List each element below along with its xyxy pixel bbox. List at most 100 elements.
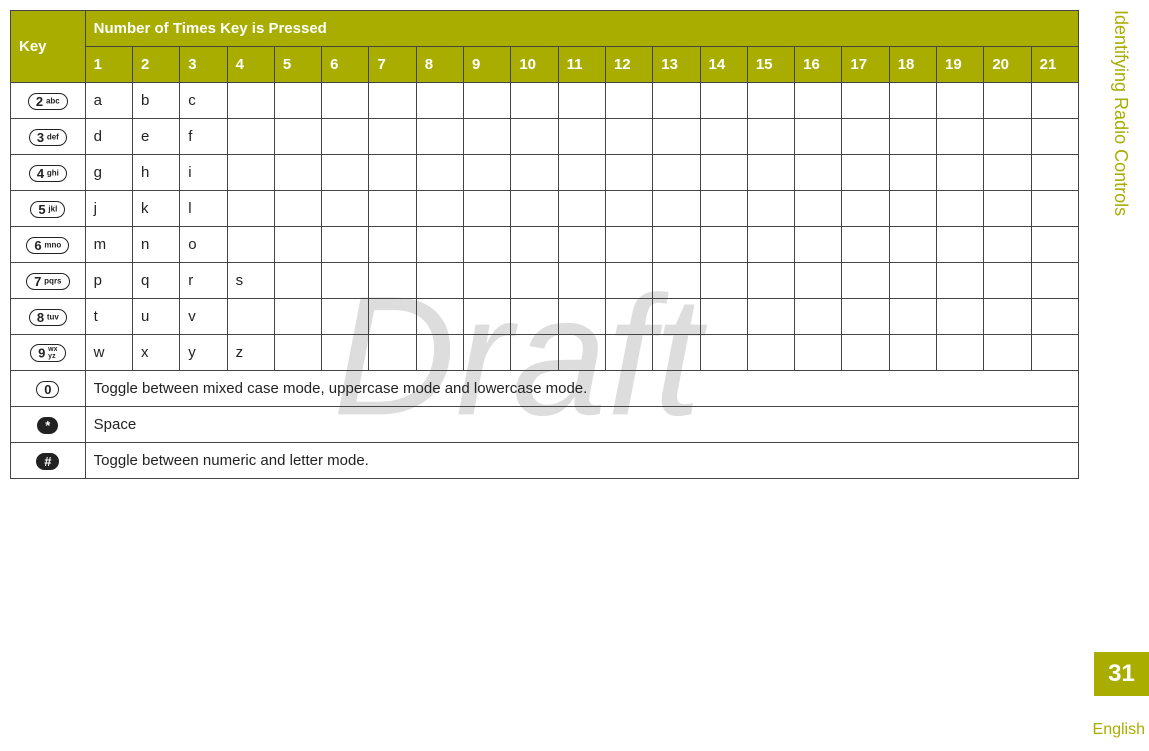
letter-cell: [842, 119, 889, 155]
letter-cell: [274, 335, 321, 371]
letter-cell: [464, 299, 511, 335]
letter-cell: [795, 263, 842, 299]
header-count-3: 3: [180, 47, 227, 83]
letter-cell: t: [85, 299, 132, 335]
letter-cell: [274, 155, 321, 191]
letter-cell: [322, 227, 369, 263]
letter-cell: [795, 155, 842, 191]
keycap-icon: 6 mno: [26, 237, 69, 254]
letter-cell: [700, 155, 747, 191]
letter-cell: [1031, 155, 1078, 191]
header-count-19: 19: [937, 47, 984, 83]
letter-cell: [227, 119, 274, 155]
letter-cell: [700, 191, 747, 227]
letter-cell: [558, 227, 605, 263]
letter-cell: [937, 155, 984, 191]
letter-cell: r: [180, 263, 227, 299]
letter-cell: [984, 119, 1031, 155]
keycap-icon: #: [36, 453, 59, 470]
row-description: Toggle between mixed case mode, uppercas…: [85, 371, 1078, 407]
header-count-4: 4: [227, 47, 274, 83]
letter-cell: [700, 335, 747, 371]
letter-cell: [511, 335, 558, 371]
letter-cell: [416, 227, 463, 263]
letter-cell: v: [180, 299, 227, 335]
letter-cell: [416, 83, 463, 119]
letter-cell: [605, 227, 652, 263]
letter-cell: [984, 191, 1031, 227]
letter-cell: q: [132, 263, 179, 299]
letter-cell: [937, 191, 984, 227]
letter-cell: [842, 155, 889, 191]
letter-cell: i: [180, 155, 227, 191]
table-row: 0 Toggle between mixed case mode, upperca…: [11, 371, 1079, 407]
letter-cell: [511, 263, 558, 299]
letter-cell: [274, 227, 321, 263]
letter-cell: [795, 83, 842, 119]
letter-cell: [605, 335, 652, 371]
letter-cell: [558, 155, 605, 191]
letter-cell: [889, 299, 936, 335]
letter-cell: [1031, 263, 1078, 299]
header-count-10: 10: [511, 47, 558, 83]
letter-cell: [322, 83, 369, 119]
header-count-8: 8: [416, 47, 463, 83]
letter-cell: [227, 299, 274, 335]
letter-cell: [889, 155, 936, 191]
letter-cell: [842, 83, 889, 119]
keycap-icon: 9 wxyz: [30, 344, 65, 362]
letter-cell: [369, 227, 416, 263]
letter-cell: [274, 191, 321, 227]
table-row: 4 ghighi: [11, 155, 1079, 191]
letter-cell: [511, 155, 558, 191]
letter-cell: f: [180, 119, 227, 155]
letter-cell: [558, 263, 605, 299]
letter-cell: p: [85, 263, 132, 299]
table-row: 9 wxyzwxyz: [11, 335, 1079, 371]
header-count-14: 14: [700, 47, 747, 83]
letter-cell: s: [227, 263, 274, 299]
key-cell: 3 def: [11, 119, 86, 155]
letter-cell: [795, 227, 842, 263]
letter-cell: [889, 227, 936, 263]
letter-cell: [747, 227, 794, 263]
letter-cell: [889, 335, 936, 371]
letter-cell: m: [85, 227, 132, 263]
header-count-15: 15: [747, 47, 794, 83]
table-row: 7 pqrspqrs: [11, 263, 1079, 299]
letter-cell: [984, 83, 1031, 119]
letter-cell: [937, 335, 984, 371]
header-count-11: 11: [558, 47, 605, 83]
letter-cell: [747, 83, 794, 119]
letter-cell: [1031, 335, 1078, 371]
letter-cell: [558, 191, 605, 227]
letter-cell: [274, 119, 321, 155]
letter-cell: [842, 191, 889, 227]
letter-cell: [605, 191, 652, 227]
letter-cell: c: [180, 83, 227, 119]
letter-cell: [511, 191, 558, 227]
letter-cell: [653, 83, 700, 119]
letter-cell: [369, 119, 416, 155]
letter-cell: n: [132, 227, 179, 263]
letter-cell: [464, 335, 511, 371]
letter-cell: [937, 263, 984, 299]
table-row: 5 jkljkl: [11, 191, 1079, 227]
keycap-icon: 0: [36, 381, 59, 398]
page-number: 31: [1094, 652, 1149, 696]
letter-cell: [653, 191, 700, 227]
keycap-icon: 4 ghi: [29, 165, 67, 182]
letter-cell: [653, 227, 700, 263]
table-row: 3 defdef: [11, 119, 1079, 155]
letter-cell: [464, 227, 511, 263]
key-cell: 7 pqrs: [11, 263, 86, 299]
letter-cell: l: [180, 191, 227, 227]
letter-cell: [322, 191, 369, 227]
letter-cell: [653, 299, 700, 335]
letter-cell: [747, 191, 794, 227]
header-count-5: 5: [274, 47, 321, 83]
key-cell: 8 tuv: [11, 299, 86, 335]
letter-cell: [842, 227, 889, 263]
letter-cell: [653, 119, 700, 155]
letter-cell: o: [180, 227, 227, 263]
